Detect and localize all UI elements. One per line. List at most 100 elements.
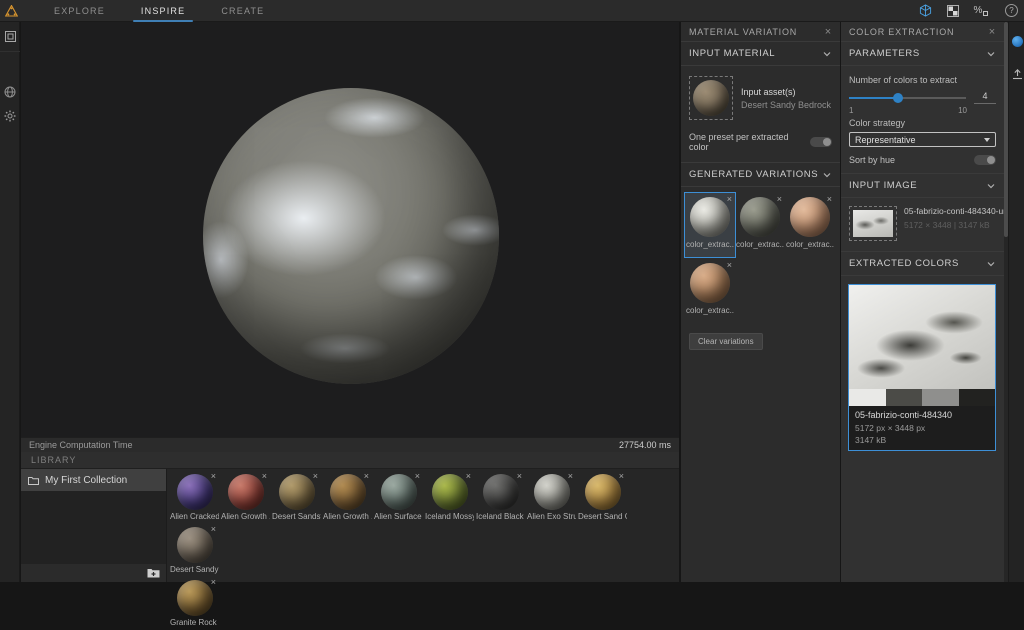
parameters-section[interactable]: PARAMETERS <box>841 42 1004 66</box>
material-thumbnail[interactable] <box>177 580 213 616</box>
generated-variations-section[interactable]: GENERATED VARIATIONS <box>681 163 840 187</box>
variation-item[interactable]: × color_extrac... <box>685 259 735 323</box>
library-item[interactable]: ×Desert Sand G... <box>577 471 628 524</box>
library-item[interactable]: ×Alien Surface ... <box>373 471 424 524</box>
input-image-dropzone[interactable] <box>849 206 897 241</box>
export-icon[interactable] <box>1009 62 1024 88</box>
engine-status-bar: Engine Computation Time 27754.00 ms <box>21 437 679 452</box>
close-icon[interactable]: × <box>313 471 318 481</box>
close-icon[interactable]: × <box>777 194 782 204</box>
material-thumbnail[interactable] <box>177 474 213 510</box>
close-icon[interactable]: × <box>825 26 832 38</box>
close-icon[interactable]: × <box>211 471 216 481</box>
library-collections-column: My First Collection <box>21 469 167 582</box>
color-swatch[interactable] <box>849 389 886 406</box>
web-resources-icon[interactable] <box>0 80 20 104</box>
extracted-filesize: 3147 kB <box>855 435 989 445</box>
material-thumbnail[interactable] <box>585 474 621 510</box>
input-asset-label: Input asset(s) <box>741 87 831 97</box>
variation-item[interactable]: ×color_extrac... <box>785 193 835 257</box>
close-icon[interactable]: × <box>364 471 369 481</box>
material-thumbnail[interactable] <box>534 474 570 510</box>
material-thumbnail[interactable] <box>330 474 366 510</box>
input-asset-thumbnail <box>693 80 729 116</box>
material-view-icon[interactable] <box>1009 28 1024 54</box>
close-icon[interactable]: × <box>415 471 420 481</box>
tab-inspire[interactable]: INSPIRE <box>123 0 203 22</box>
colors-count-value[interactable]: 4 <box>974 91 996 104</box>
material-thumbnail[interactable] <box>432 474 468 510</box>
app-logo-icon[interactable] <box>0 0 22 22</box>
material-label: Desert Sandst... <box>272 512 321 521</box>
help-icon[interactable]: ? <box>1005 4 1018 17</box>
library-item[interactable]: ×Alien Growth ... <box>220 471 271 524</box>
extracted-colors-section[interactable]: EXTRACTED COLORS <box>841 252 1004 276</box>
color-swatch[interactable] <box>959 389 996 406</box>
library-panel: LIBRARY My First Collection ×Alien Crack… <box>21 452 679 582</box>
close-icon[interactable]: × <box>727 194 732 204</box>
close-icon[interactable]: × <box>827 194 832 204</box>
library-item[interactable]: × Alien Exo Stru... <box>526 471 577 524</box>
tab-explore[interactable]: EXPLORE <box>36 0 123 22</box>
close-icon[interactable]: × <box>211 577 216 587</box>
add-collection-icon[interactable] <box>147 568 160 578</box>
app-root: EXPLORE INSPIRE CREATE % ? <box>0 0 1024 582</box>
variation-thumbnail[interactable] <box>690 197 730 237</box>
material-thumbnail[interactable] <box>177 527 213 563</box>
library-item[interactable]: ×Alien Cracked... <box>169 471 220 524</box>
main-tabs: EXPLORE INSPIRE CREATE <box>36 0 282 22</box>
color-strategy-label: Color strategy <box>849 118 996 128</box>
variation-thumbnail[interactable] <box>790 197 830 237</box>
variation-item[interactable]: ×color_extrac... <box>685 193 735 257</box>
close-icon[interactable]: × <box>568 471 573 481</box>
slider-handle[interactable] <box>893 93 903 103</box>
library-item[interactable]: ×Granite Rock ... <box>169 577 220 630</box>
collection-item[interactable]: My First Collection <box>21 469 166 491</box>
chevron-down-icon <box>986 259 996 269</box>
variation-thumbnail[interactable] <box>690 263 730 303</box>
material-label: Alien Exo Stru... <box>527 512 576 521</box>
close-icon[interactable]: × <box>262 471 267 481</box>
close-icon[interactable]: × <box>727 260 732 270</box>
material-thumbnail[interactable] <box>228 474 264 510</box>
percent-display-icon[interactable]: % <box>973 3 989 19</box>
variation-item[interactable]: ×color_extrac... <box>735 193 785 257</box>
input-image-section[interactable]: INPUT IMAGE <box>841 174 1004 198</box>
material-thumbnail[interactable] <box>483 474 519 510</box>
material-thumbnail[interactable] <box>381 474 417 510</box>
viewport-3d[interactable] <box>21 22 679 437</box>
library-item[interactable]: ×Iceland Mossy... <box>424 471 475 524</box>
close-icon[interactable]: × <box>517 471 522 481</box>
color-strategy-select[interactable]: Representative <box>849 132 996 147</box>
collections-icon[interactable] <box>0 22 20 52</box>
library-item[interactable]: × Desert Sandy ... <box>169 524 220 577</box>
library-item[interactable]: ×Alien Growth ... <box>322 471 373 524</box>
library-item[interactable]: ×Iceland Black ... <box>475 471 526 524</box>
close-icon[interactable]: × <box>619 471 624 481</box>
input-material-section[interactable]: INPUT MATERIAL <box>681 42 840 66</box>
sort-by-hue-toggle[interactable] <box>974 155 996 165</box>
material-thumbnail[interactable] <box>279 474 315 510</box>
close-icon[interactable]: × <box>466 471 471 481</box>
preset-toggle[interactable] <box>810 137 832 147</box>
preview-sphere[interactable] <box>203 88 499 384</box>
close-icon[interactable]: × <box>989 26 996 38</box>
variation-thumbnail[interactable] <box>740 197 780 237</box>
tab-create[interactable]: CREATE <box>203 0 282 22</box>
close-icon[interactable]: × <box>211 524 216 534</box>
library-item[interactable]: × Desert Sandst... <box>271 471 322 524</box>
color-swatch[interactable] <box>886 389 923 406</box>
colors-count-slider[interactable] <box>849 93 966 103</box>
extracted-colors-card[interactable]: 05-fabrizio-conti-484340 5172 px × 3448 … <box>848 284 996 451</box>
input-image-thumbnail <box>853 210 893 237</box>
split-view-icon[interactable] <box>945 3 961 19</box>
material-label: Desert Sandy ... <box>170 565 219 574</box>
settings-gear-icon[interactable] <box>0 104 20 128</box>
variation-label: color_extrac... <box>686 306 734 315</box>
color-swatch[interactable] <box>922 389 959 406</box>
sort-by-hue-label: Sort by hue <box>849 155 895 165</box>
clear-variations-button[interactable]: Clear variations <box>689 333 763 350</box>
input-asset-dropzone[interactable] <box>689 76 733 120</box>
library-footer <box>21 564 166 582</box>
view-3d-cube-icon[interactable] <box>917 3 933 19</box>
